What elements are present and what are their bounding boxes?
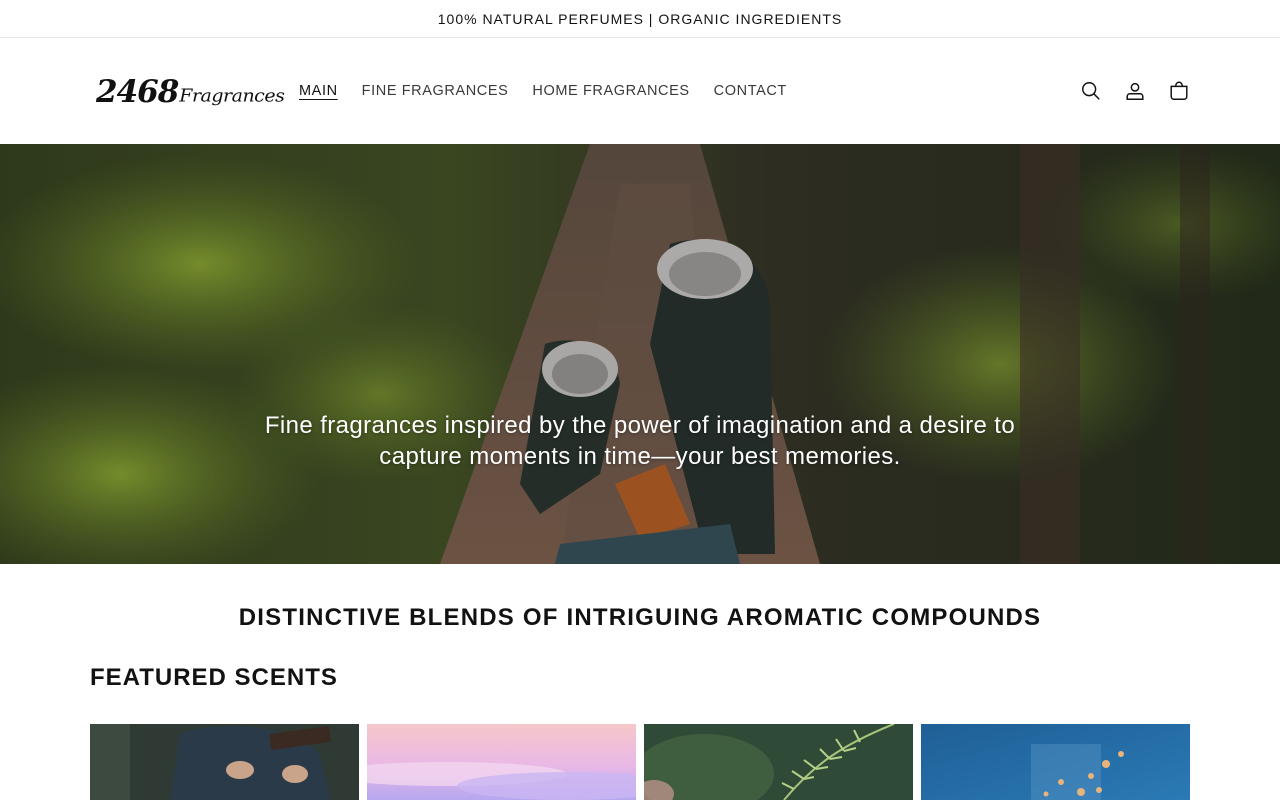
site-header: 2468 Fragrances MAIN FINE FRAGRANCES HOME… [0,38,1280,144]
card-image-reading [90,724,359,800]
tagline-heading: DISTINCTIVE BLENDS OF INTRIGUING AROMATI… [238,604,1042,631]
search-icon[interactable] [1079,79,1103,103]
nav-item-fine-fragrances[interactable]: FINE FRAGRANCES [362,83,509,99]
product-card-1[interactable] [90,724,359,800]
logo-number: 2468 [96,74,179,110]
account-icon[interactable] [1123,79,1147,103]
main-nav: MAIN FINE FRAGRANCES HOME FRAGRANCES CON… [299,38,787,144]
nav-item-main[interactable]: MAIN [299,83,338,99]
nav-item-contact[interactable]: CONTACT [714,83,787,99]
logo-script: Fragrances [179,85,285,107]
card-image-lights [921,724,1190,800]
cart-icon[interactable] [1167,79,1191,103]
hero-text: Fine fragrances inspired by the power of… [0,410,1280,472]
card-image-clouds [367,724,636,800]
product-card-4[interactable] [921,724,1190,800]
hero-image [0,144,1280,564]
nav-item-home-fragrances[interactable]: HOME FRAGRANCES [532,83,689,99]
product-card-2[interactable] [367,724,636,800]
hero-text-line-1: Fine fragrances inspired by the power of… [264,412,1016,439]
announcement-text: 100% NATURAL PERFUMES | ORGANIC INGREDIE… [437,10,843,27]
hero-banner: Fine fragrances inspired by the power of… [0,144,1280,564]
featured-scents-grid [90,724,1190,800]
announcement-bar: 100% NATURAL PERFUMES | ORGANIC INGREDIE… [0,0,1280,38]
featured-scents-heading: FEATURED SCENTS [90,664,338,691]
logo[interactable]: 2468 Fragrances [96,69,285,115]
card-image-fern [644,724,913,800]
hero-text-line-2: capture moments in time—your best memori… [379,443,901,470]
product-card-3[interactable] [644,724,913,800]
header-icons [1079,38,1191,144]
